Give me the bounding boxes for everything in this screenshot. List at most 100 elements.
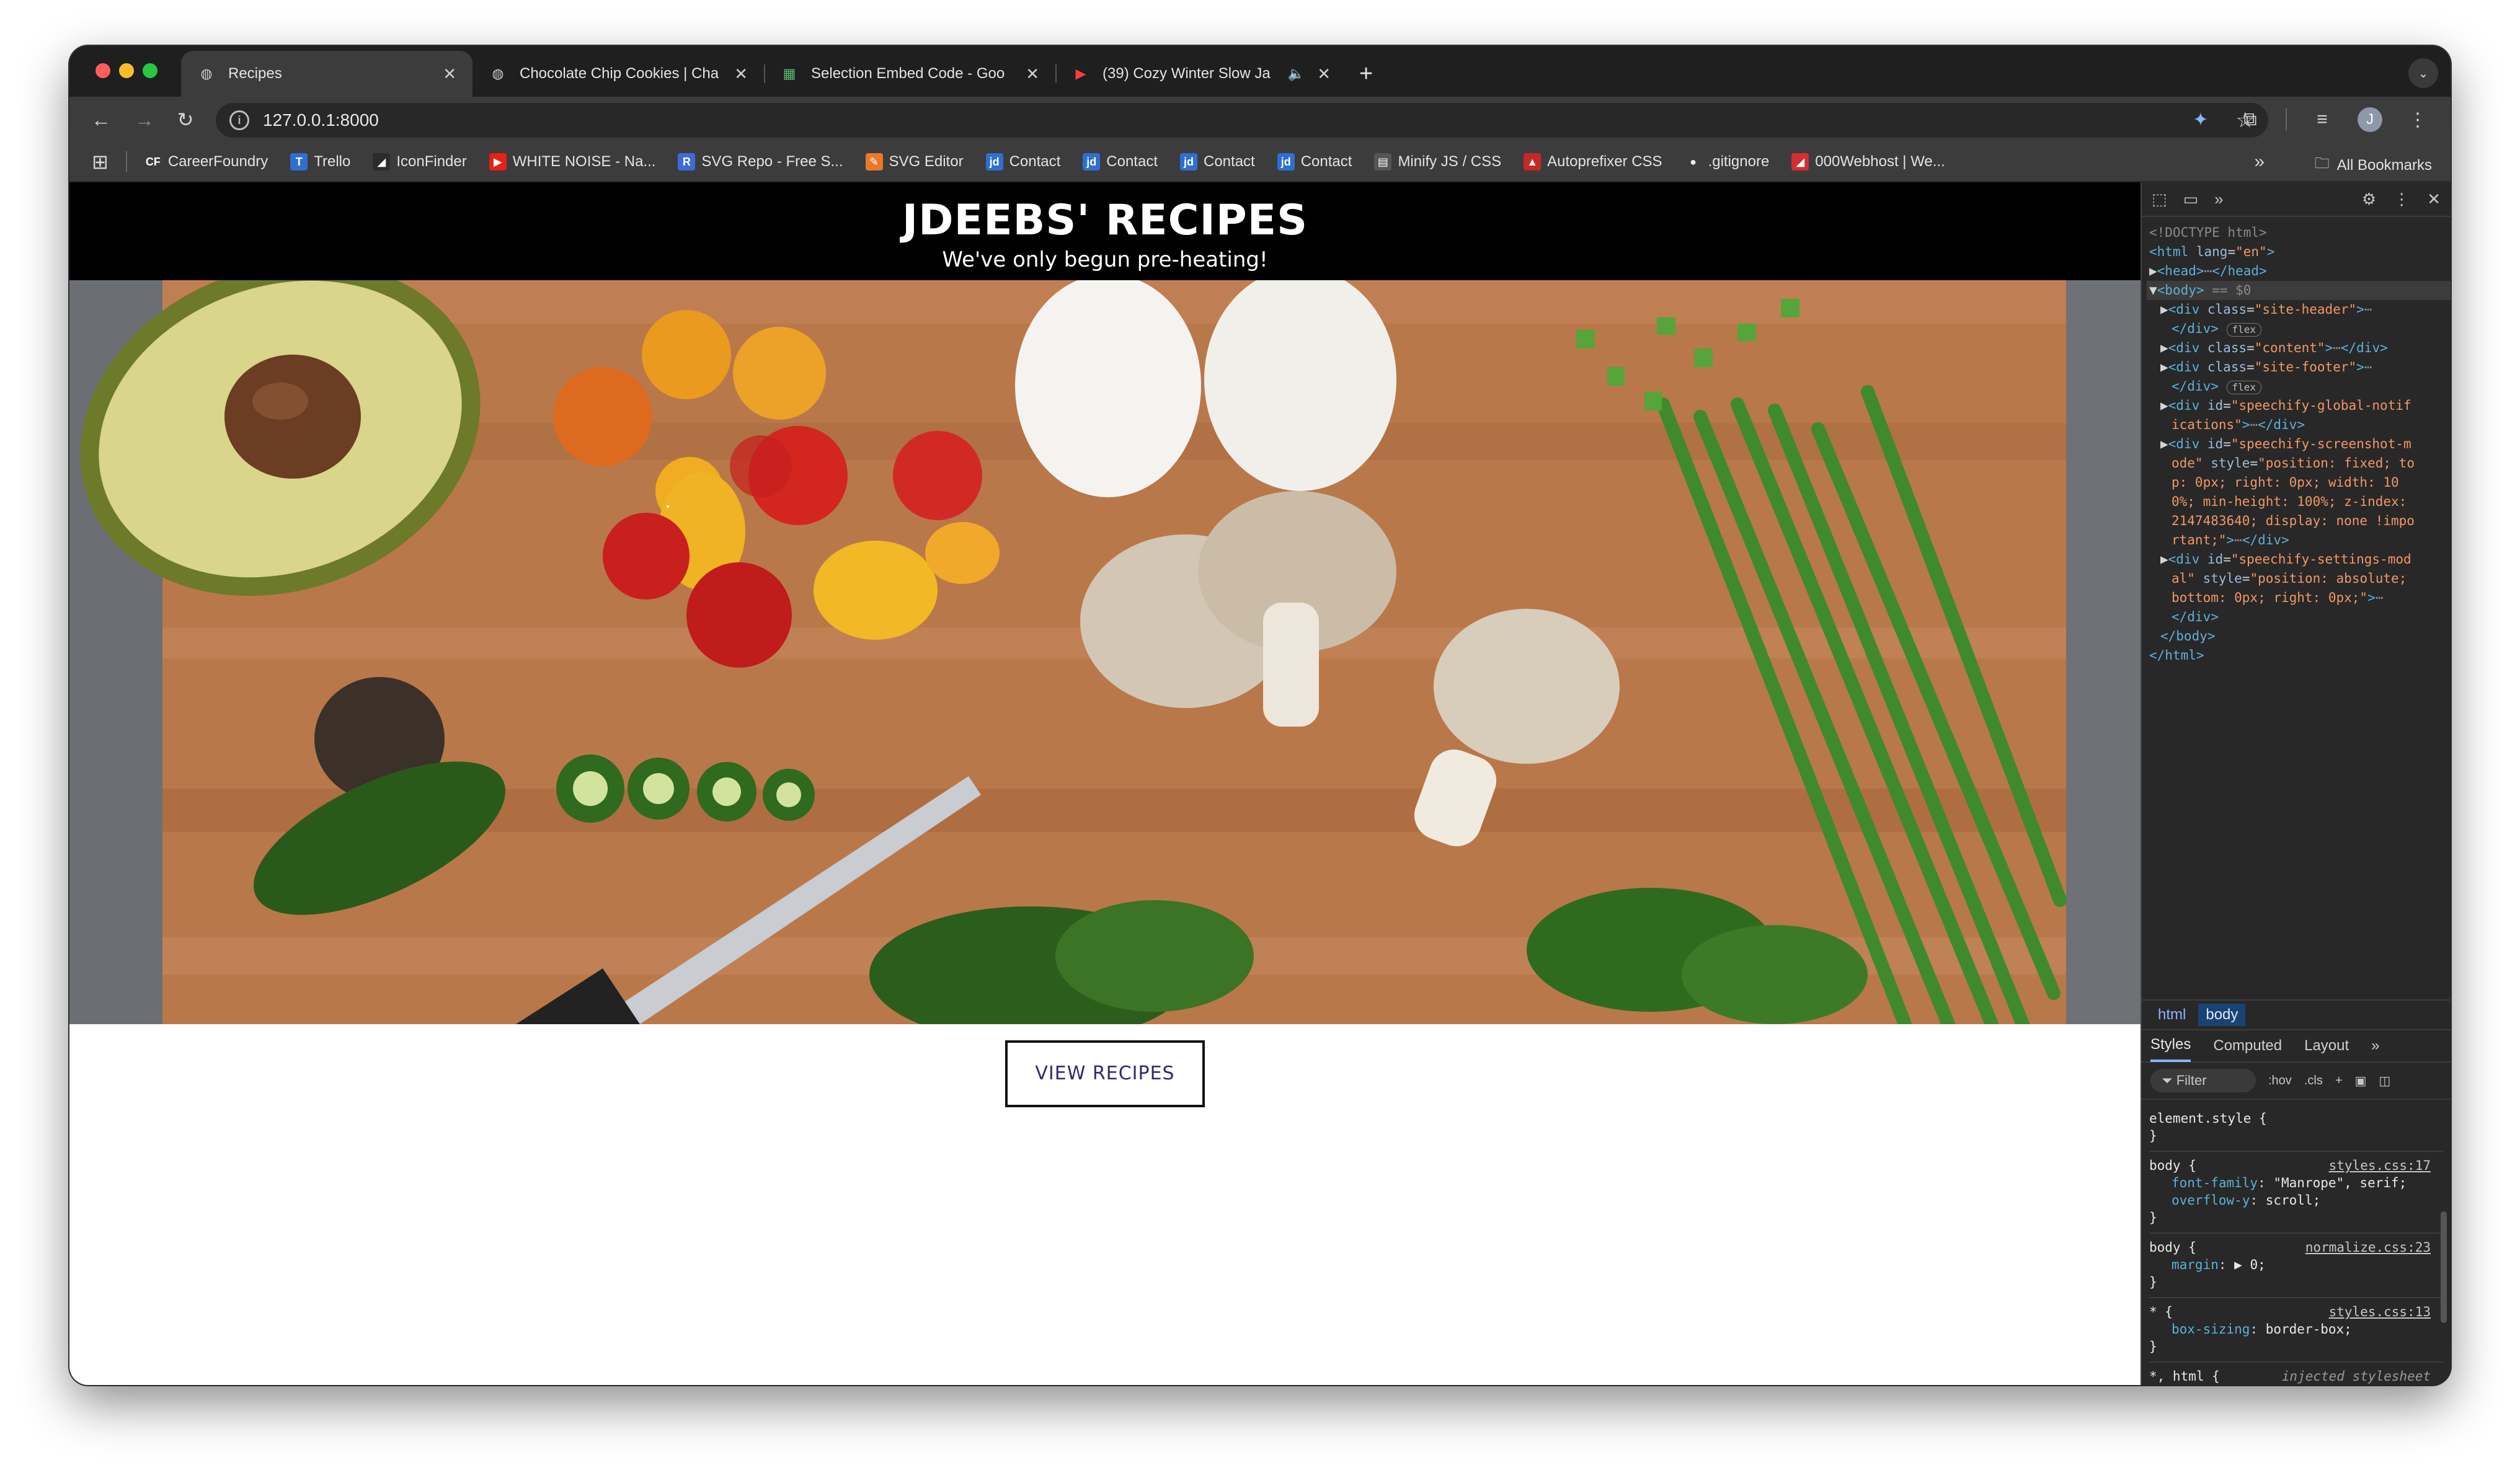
dom-node-line[interactable]: ode" style="position: fixed; to: [2147, 454, 2451, 473]
dom-node-line[interactable]: al" style="position: absolute;: [2147, 569, 2451, 588]
dom-node-line[interactable]: ▶<div id="speechify-screenshot-m: [2147, 435, 2451, 454]
tab-close-icon[interactable]: ✕: [443, 64, 456, 84]
sidebar-toggle-icon[interactable]: ◫: [2379, 1073, 2390, 1089]
dom-node-line[interactable]: rtant;">⋯</div>: [2147, 531, 2451, 550]
style-rule[interactable]: *, html {injected stylesheetscroll-behav…: [2149, 1363, 2443, 1385]
devtools-menu-icon[interactable]: ⋮: [2394, 190, 2410, 209]
element-state-icon[interactable]: ▣: [2355, 1073, 2367, 1089]
browser-tab[interactable]: ◍ Chocolate Chip Cookies | Cha ✕: [472, 51, 764, 97]
dom-node-line[interactable]: ications">⋯</div>: [2147, 415, 2451, 435]
dom-node-line[interactable]: </div> flex: [2147, 319, 2451, 339]
all-bookmarks-button[interactable]: 🗀 All Bookmarks: [2315, 153, 2432, 178]
style-property[interactable]: font-family: "Manrope", serif;: [2149, 1174, 2443, 1192]
new-tab-button[interactable]: +: [1347, 51, 1385, 97]
bookmark-item[interactable]: jd Contact: [1083, 153, 1158, 170]
gemini-extension-icon[interactable]: ✦: [2186, 105, 2215, 134]
extensions-icon[interactable]: ⧉: [2236, 105, 2265, 134]
dom-node-line[interactable]: ▶<head>⋯</head>: [2147, 262, 2451, 281]
subtab-layout[interactable]: Layout: [2304, 1031, 2349, 1061]
reload-button[interactable]: ↻: [172, 107, 198, 133]
breadcrumb-body[interactable]: body: [2198, 1004, 2246, 1026]
cta-container: VIEW RECIPES: [69, 1024, 2141, 1107]
apps-grid-icon[interactable]: ⊞: [92, 150, 109, 174]
style-rule[interactable]: * {styles.css:13 box-sizing: border-box;}: [2149, 1298, 2443, 1363]
globe-icon: ◍: [492, 66, 504, 81]
close-devtools-icon[interactable]: ✕: [2427, 190, 2441, 209]
rule-source-link[interactable]: styles.css:13: [2329, 1303, 2431, 1321]
site-info-icon[interactable]: i: [229, 110, 249, 130]
dom-node-line[interactable]: ▶<div class="site-footer">⋯: [2147, 358, 2451, 377]
dom-node-line[interactable]: ▶<div class="site-header">⋯: [2147, 300, 2451, 319]
url-text[interactable]: 127.0.0.1:8000: [263, 110, 2222, 130]
browser-tab[interactable]: ◍ Recipes ✕: [181, 51, 472, 97]
tab-close-icon[interactable]: ✕: [1317, 64, 1331, 84]
forward-button[interactable]: →: [131, 107, 158, 133]
rule-source-link[interactable]: normalize.css:23: [2305, 1239, 2431, 1256]
bookmark-item[interactable]: ▲ Autoprefixer CSS: [1524, 153, 1662, 170]
more-bookmarks-chevron-icon[interactable]: »: [2254, 151, 2265, 172]
styles-filter-input[interactable]: ⏷ Filter: [2150, 1069, 2256, 1092]
dom-node-line[interactable]: ▶<div id="speechify-settings-mod: [2147, 550, 2451, 569]
style-property[interactable]: overflow-y: scroll;: [2149, 1192, 2443, 1209]
bookmark-item[interactable]: ◢ IconFinder: [373, 153, 467, 170]
dom-node-line[interactable]: 2147483640; display: none !impo: [2147, 511, 2451, 531]
rule-source-link[interactable]: styles.css:17: [2329, 1157, 2431, 1174]
styles-scrollbar[interactable]: [2441, 1211, 2447, 1323]
back-button[interactable]: ←: [88, 107, 114, 133]
dom-node-line[interactable]: 0%; min-height: 100%; z-index:: [2147, 492, 2451, 511]
style-rule[interactable]: body {styles.css:17 font-family: "Manrope…: [2149, 1152, 2443, 1234]
bookmark-item[interactable]: ● .gitignore: [1685, 153, 1769, 170]
tab-close-icon[interactable]: ✕: [1026, 64, 1039, 84]
dom-node-line[interactable]: ▶<div id="speechify-global-notif: [2147, 396, 2451, 415]
minimize-window-button[interactable]: [119, 63, 134, 78]
dom-node-line[interactable]: </body>: [2147, 627, 2451, 646]
style-rule[interactable]: element.style {}: [2149, 1105, 2443, 1152]
new-rule-icon[interactable]: +: [2335, 1074, 2343, 1088]
bookmark-item[interactable]: CF CareerFoundry: [144, 153, 268, 170]
inspect-element-icon[interactable]: ⬚: [2152, 190, 2167, 209]
dom-node-line[interactable]: bottom: 0px; right: 0px;">⋯: [2147, 588, 2451, 608]
bookmark-item[interactable]: ✎ SVG Editor: [865, 153, 964, 170]
view-recipes-button[interactable]: VIEW RECIPES: [1005, 1040, 1205, 1107]
browser-tab[interactable]: ▦ Selection Embed Code - Goo ✕: [764, 51, 1055, 97]
dom-node-line[interactable]: </div> flex: [2147, 377, 2451, 396]
cls-toggle[interactable]: .cls: [2304, 1074, 2323, 1088]
style-rule[interactable]: body {normalize.css:23 margin: ▶ 0;}: [2149, 1234, 2443, 1298]
dom-node-line[interactable]: ▼<body> == $0: [2147, 281, 2451, 300]
bookmark-item[interactable]: jd Contact: [1180, 153, 1255, 170]
device-toolbar-icon[interactable]: ▭: [2183, 190, 2199, 209]
profile-avatar[interactable]: J: [2358, 107, 2382, 132]
bookmark-item[interactable]: jd Contact: [1277, 153, 1352, 170]
settings-gear-icon[interactable]: ⚙: [2362, 190, 2376, 209]
dom-node-line[interactable]: <!DOCTYPE html>: [2147, 223, 2451, 242]
breadcrumb-html[interactable]: html: [2150, 1004, 2193, 1026]
subtab-computed[interactable]: Computed: [2213, 1031, 2282, 1061]
dom-node-line[interactable]: ▶<div class="content">⋯</div>: [2147, 339, 2451, 358]
address-bar[interactable]: i 127.0.0.1:8000 ☆: [216, 103, 2268, 138]
close-window-button[interactable]: [95, 63, 110, 78]
style-property[interactable]: margin: ▶ 0;: [2149, 1256, 2443, 1273]
dom-node-line[interactable]: </div>: [2147, 608, 2451, 627]
tab-search-button[interactable]: ⌄: [2408, 58, 2438, 88]
more-subtabs-chevron-icon[interactable]: »: [2371, 1031, 2379, 1061]
tab-close-icon[interactable]: ✕: [734, 64, 748, 84]
property-name: box-sizing: [2172, 1322, 2250, 1337]
bookmark-item[interactable]: T Trello: [290, 153, 350, 170]
hov-toggle[interactable]: :hov: [2268, 1074, 2292, 1088]
media-controls-icon[interactable]: ≡: [2308, 105, 2336, 134]
bookmark-item[interactable]: R SVG Repo - Free S...: [678, 153, 843, 170]
tab-audio-icon[interactable]: 🔈: [1288, 66, 1305, 82]
browser-tab[interactable]: ▶ (39) Cozy Winter Slow Ja 🔈 ✕: [1055, 51, 1347, 97]
dom-node-line[interactable]: </html>: [2147, 646, 2451, 665]
maximize-window-button[interactable]: [143, 63, 158, 78]
bookmark-item[interactable]: ◢ 000Webhost | We...: [1791, 153, 1945, 170]
dom-node-line[interactable]: p: 0px; right: 0px; width: 10: [2147, 473, 2451, 492]
style-property[interactable]: box-sizing: border-box;: [2149, 1321, 2443, 1338]
bookmark-item[interactable]: ▶ WHITE NOISE - Na...: [489, 153, 655, 170]
dom-node-line[interactable]: <html lang="en">: [2147, 242, 2451, 262]
bookmark-item[interactable]: ▤ Minify JS / CSS: [1374, 153, 1501, 170]
more-panels-chevron-icon[interactable]: »: [2214, 190, 2223, 209]
browser-menu-icon[interactable]: ⋮: [2403, 105, 2432, 134]
bookmark-item[interactable]: jd Contact: [985, 153, 1060, 170]
subtab-styles[interactable]: Styles: [2150, 1030, 2191, 1062]
